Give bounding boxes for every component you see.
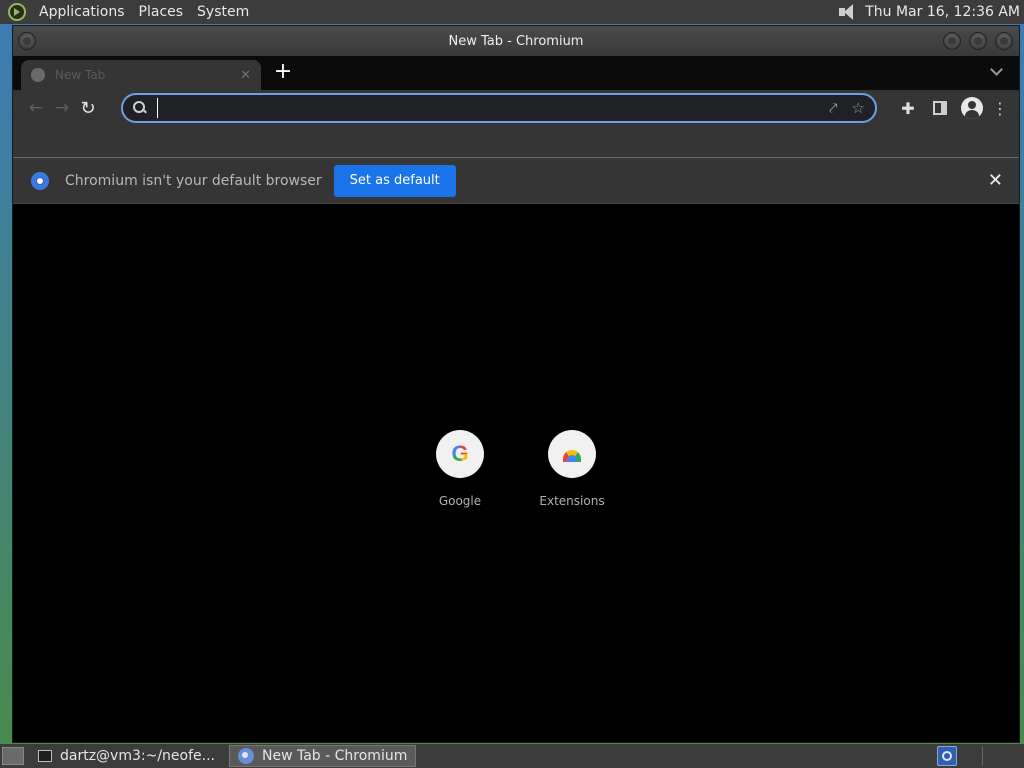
top-panel-tray: Thu Mar 16, 12:36 AM xyxy=(837,3,1024,21)
new-tab-button[interactable]: + xyxy=(271,61,295,85)
window-menu-button[interactable] xyxy=(18,32,36,50)
tab-strip: New Tab ✕ + xyxy=(13,56,1019,90)
window-titlebar[interactable]: New Tab - Chromium xyxy=(13,26,1019,56)
side-panel-button[interactable] xyxy=(927,95,953,121)
toolbar-actions: ✚ ⋮ xyxy=(895,95,1009,121)
forward-arrow-icon[interactable]: → xyxy=(49,95,75,121)
shortcut-icon-circle: G xyxy=(436,430,484,478)
clock[interactable]: Thu Mar 16, 12:36 AM xyxy=(865,4,1024,20)
taskbar-item-label: New Tab - Chromium xyxy=(262,748,408,764)
default-browser-infobar: Chromium isn't your default browser Set … xyxy=(13,158,1019,204)
maximize-button[interactable] xyxy=(969,32,987,50)
window-title: New Tab - Chromium xyxy=(448,33,584,49)
reload-icon[interactable]: ↻ xyxy=(75,95,101,121)
infobar-close-icon[interactable]: ✕ xyxy=(988,170,1003,191)
distro-menu-icon[interactable] xyxy=(8,3,26,21)
omnibox[interactable]: ⤤ ☆ xyxy=(121,93,877,123)
shortcut-icon-circle xyxy=(548,430,596,478)
avatar-icon xyxy=(961,97,983,119)
share-icon[interactable]: ⤤ xyxy=(829,99,837,117)
kebab-menu-icon[interactable]: ⋮ xyxy=(991,95,1009,121)
workspace-switcher-empty[interactable] xyxy=(982,746,1022,766)
browser-toolbar: ← → ↻ ⤤ ☆ ✚ ⋮ xyxy=(13,90,1019,126)
chrome-web-store-icon xyxy=(561,446,583,462)
close-window-button[interactable] xyxy=(995,32,1013,50)
tab-search-chevron-icon[interactable] xyxy=(989,64,1005,80)
search-icon xyxy=(133,101,147,115)
top-panel: Applications Places System Thu Mar 16, 1… xyxy=(0,0,1024,24)
set-as-default-button[interactable]: Set as default xyxy=(333,164,456,197)
show-desktop-icon[interactable] xyxy=(2,747,24,765)
chromium-logo-icon xyxy=(31,171,49,190)
side-panel-icon xyxy=(933,101,947,115)
browser-window: New Tab - Chromium New Tab ✕ + ← → ↻ ⤤ ☆… xyxy=(12,25,1020,743)
tab-close-icon[interactable]: ✕ xyxy=(240,68,251,83)
profile-button[interactable] xyxy=(959,95,985,121)
address-input[interactable] xyxy=(157,98,816,118)
google-g-icon: G xyxy=(451,441,469,466)
menu-places[interactable]: Places xyxy=(132,0,191,24)
bottom-panel: dartz@vm3:~/neofe... New Tab - Chromium xyxy=(0,744,1024,768)
new-tab-page: G Google Extensions xyxy=(13,206,1019,742)
volume-icon[interactable] xyxy=(837,3,859,21)
extensions-puzzle-icon[interactable]: ✚ xyxy=(895,95,921,121)
menu-applications[interactable]: Applications xyxy=(32,0,132,24)
shortcut-label: Google xyxy=(438,494,482,508)
infobar-message: Chromium isn't your default browser xyxy=(65,172,322,189)
taskbar-item-terminal[interactable]: dartz@vm3:~/neofe... xyxy=(30,745,223,767)
taskbar-item-label: dartz@vm3:~/neofe... xyxy=(60,748,215,764)
back-arrow-icon[interactable]: ← xyxy=(23,95,49,121)
shortcut-google[interactable]: G Google xyxy=(420,430,500,508)
minimize-button[interactable] xyxy=(943,32,961,50)
bookmark-star-icon[interactable]: ☆ xyxy=(852,99,865,117)
menu-system[interactable]: System xyxy=(190,0,256,24)
chromium-icon xyxy=(238,748,254,764)
shortcut-extensions[interactable]: Extensions xyxy=(532,430,612,508)
tab-title: New Tab xyxy=(55,68,106,82)
tab-new-tab[interactable]: New Tab ✕ xyxy=(21,60,261,90)
taskbar-item-chromium[interactable]: New Tab - Chromium xyxy=(229,745,417,767)
bookmarks-bar-area xyxy=(13,126,1019,158)
workspace-switcher-chromium-icon[interactable] xyxy=(937,746,957,766)
terminal-icon xyxy=(38,750,52,762)
shortcut-label: Extensions xyxy=(539,494,605,508)
globe-icon xyxy=(31,68,45,82)
